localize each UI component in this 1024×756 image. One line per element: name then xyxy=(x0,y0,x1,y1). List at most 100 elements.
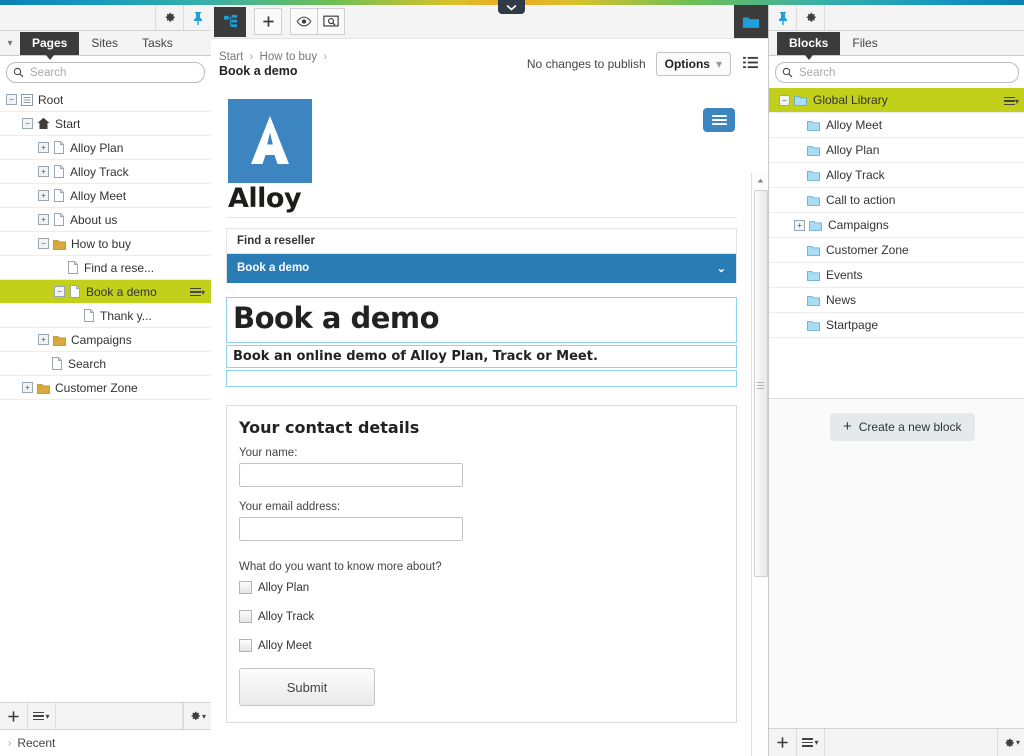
blocks-row[interactable]: + Campaigns xyxy=(769,213,1024,238)
blocks-row[interactable]: Alloy Meet xyxy=(769,113,1024,138)
breadcrumb-item-how-to-buy[interactable]: How to buy xyxy=(260,51,318,63)
editable-heading-block[interactable]: Book a demo xyxy=(226,297,737,343)
expand-icon[interactable]: + xyxy=(38,214,49,225)
tab-files[interactable]: Files xyxy=(840,32,889,55)
tab-tasks[interactable]: Tasks xyxy=(130,32,185,55)
pages-search-box[interactable] xyxy=(6,62,205,83)
block-settings-button[interactable]: ▾ xyxy=(998,729,1024,756)
blocks-row[interactable]: − Global Library ▾ xyxy=(769,88,1024,113)
blocks-row[interactable]: Alloy Plan xyxy=(769,138,1024,163)
breadcrumb-item-start[interactable]: Start xyxy=(219,51,243,63)
tab-sites[interactable]: Sites xyxy=(79,32,130,55)
breadcrumb-wrap: Start › How to buy › Book a demo xyxy=(219,50,330,79)
blocks-row[interactable]: News xyxy=(769,288,1024,313)
checkbox-row-alloy-meet[interactable]: Alloy Meet xyxy=(239,639,724,652)
tree-row[interactable]: + Customer Zone xyxy=(0,376,211,400)
name-input[interactable] xyxy=(239,463,463,487)
tree-row[interactable]: + Alloy Track xyxy=(0,160,211,184)
tree-row[interactable]: − How to buy xyxy=(0,232,211,256)
right-panel-pin-button[interactable] xyxy=(769,5,797,30)
top-center-dropdown-tab[interactable] xyxy=(498,0,525,14)
subnav-item-book-a-demo[interactable]: Book a demo ⌄ xyxy=(227,254,736,283)
editable-subheading-block[interactable]: Book an online demo of Alloy Plan, Track… xyxy=(226,345,737,368)
submit-button[interactable]: Submit xyxy=(239,668,375,706)
blocks-row[interactable]: Alloy Track xyxy=(769,163,1024,188)
tree-row[interactable]: − Book a demo ▾ xyxy=(0,280,211,304)
add-page-button[interactable] xyxy=(0,703,28,729)
options-button[interactable]: Options ▾ xyxy=(655,52,731,76)
collapse-icon[interactable]: − xyxy=(22,118,33,129)
tab-pages[interactable]: Pages xyxy=(20,32,80,60)
right-panel-toolbar xyxy=(769,5,1024,31)
blocks-row[interactable]: Startpage xyxy=(769,313,1024,338)
checkbox-icon[interactable] xyxy=(239,581,252,594)
collapse-icon[interactable]: − xyxy=(38,238,49,249)
assets-panel-toggle-button[interactable] xyxy=(734,5,768,38)
editable-body-block[interactable] xyxy=(226,370,737,387)
subnav-item-find-a-reseller[interactable]: Find a reseller xyxy=(227,229,736,254)
tree-row[interactable]: − Start xyxy=(0,112,211,136)
email-input[interactable] xyxy=(239,517,463,541)
left-panel: ▾ Pages Sites Tasks −Root−Start+Alloy Pl… xyxy=(0,5,212,756)
checkbox-row-alloy-plan[interactable]: Alloy Plan xyxy=(239,581,724,594)
checkbox-icon[interactable] xyxy=(239,639,252,652)
add-button[interactable] xyxy=(254,8,282,35)
tab-blocks[interactable]: Blocks xyxy=(777,32,841,60)
expand-icon[interactable]: + xyxy=(38,142,49,153)
view-list-button[interactable] xyxy=(741,54,760,74)
tree-row[interactable]: + Campaigns xyxy=(0,328,211,352)
page-settings-button[interactable]: ▾ xyxy=(183,703,211,729)
tree-row[interactable]: Find a rese... xyxy=(0,256,211,280)
tree-row[interactable]: − Root xyxy=(0,88,211,112)
expand-icon[interactable]: + xyxy=(38,334,49,345)
create-new-block-button[interactable]: + Create a new block xyxy=(830,413,975,441)
plus-icon xyxy=(8,710,19,722)
collapse-icon[interactable]: − xyxy=(54,286,65,297)
interest-question-label: What do you want to know more about? xyxy=(239,561,442,573)
left-panel-pin-button[interactable] xyxy=(183,5,211,30)
gear-icon xyxy=(191,711,200,720)
checkbox-label: Alloy Meet xyxy=(258,639,312,652)
panel-collapse-caret[interactable]: ▾ xyxy=(0,31,20,55)
preview-scrollbar[interactable] xyxy=(751,173,768,756)
recent-section-toggle[interactable]: › Recent xyxy=(0,729,211,756)
expand-icon[interactable]: + xyxy=(38,190,49,201)
tree-row[interactable]: + About us xyxy=(0,208,211,232)
blocks-search-input[interactable] xyxy=(797,65,1018,80)
tree-row-label: Customer Zone xyxy=(55,380,138,395)
expand-icon[interactable]: + xyxy=(22,382,33,393)
row-context-menu-button[interactable]: ▾ xyxy=(189,284,205,298)
checkbox-icon[interactable] xyxy=(239,610,252,623)
scroll-up-arrow[interactable] xyxy=(752,173,768,187)
preview-button[interactable] xyxy=(290,8,318,35)
collapse-icon[interactable]: − xyxy=(779,94,790,106)
collapse-icon[interactable]: − xyxy=(6,94,17,105)
block-list-options-button[interactable]: ▾ xyxy=(797,729,825,756)
row-context-menu-button[interactable]: ▾ xyxy=(1003,93,1019,107)
site-logo[interactable]: Alloy xyxy=(228,99,312,214)
blocks-row[interactable]: Customer Zone xyxy=(769,238,1024,263)
blocks-search-box[interactable] xyxy=(775,62,1019,83)
blocks-row[interactable]: Events xyxy=(769,263,1024,288)
list-icon xyxy=(743,56,758,69)
tree-row-label: Book a demo xyxy=(86,284,157,299)
tree-row[interactable]: + Alloy Meet xyxy=(0,184,211,208)
tree-row[interactable]: Thank y... xyxy=(0,304,211,328)
page-list-options-button[interactable]: ▾ xyxy=(28,703,56,729)
expand-icon[interactable]: + xyxy=(794,219,805,231)
tree-row[interactable]: Search xyxy=(0,352,211,376)
left-panel-settings-button[interactable] xyxy=(155,5,183,30)
compare-button[interactable] xyxy=(318,8,345,35)
home-icon xyxy=(37,117,50,130)
right-panel-settings-button[interactable] xyxy=(797,5,825,30)
scrollbar-thumb[interactable] xyxy=(754,190,768,577)
add-block-button[interactable] xyxy=(769,729,797,756)
checkbox-row-alloy-track[interactable]: Alloy Track xyxy=(239,610,724,623)
site-menu-button[interactable] xyxy=(703,108,735,132)
tree-row[interactable]: + Alloy Plan xyxy=(0,136,211,160)
pages-search-input[interactable] xyxy=(28,65,204,80)
toggle-structure-button[interactable] xyxy=(214,6,246,37)
blue-folder-icon xyxy=(807,144,820,156)
expand-icon[interactable]: + xyxy=(38,166,49,177)
blocks-row[interactable]: Call to action xyxy=(769,188,1024,213)
